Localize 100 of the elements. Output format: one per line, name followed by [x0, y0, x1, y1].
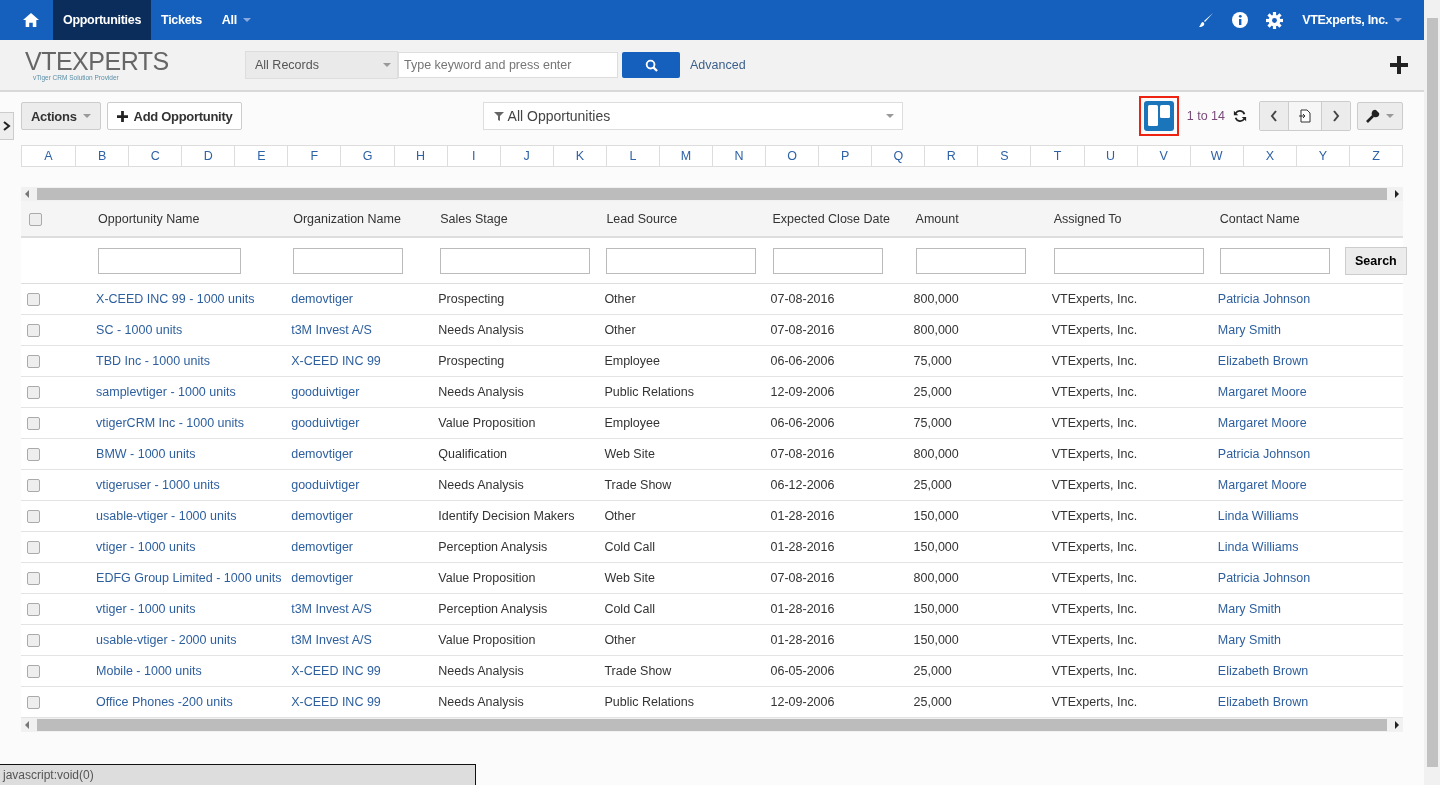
record-link[interactable]: gooduivtiger [291, 478, 360, 492]
row-checkbox[interactable] [27, 696, 40, 710]
alphabet-filter-link[interactable]: F [287, 146, 341, 166]
alphabet-filter-link[interactable]: H [393, 146, 447, 166]
record-link[interactable]: Patricia Johnson [1217, 447, 1311, 461]
alphabet-filter-link[interactable]: C [128, 146, 182, 166]
alphabet-filter-link[interactable]: M [658, 146, 712, 166]
record-link[interactable]: Linda Williams [1217, 540, 1299, 554]
record-link[interactable]: Elizabeth Brown [1217, 354, 1309, 368]
advanced-search-link[interactable]: Advanced [690, 58, 746, 72]
brush-icon[interactable] [1198, 12, 1215, 28]
select-all-checkbox[interactable] [29, 212, 42, 226]
search-button[interactable]: Search [1344, 246, 1407, 275]
record-link[interactable]: Mary Smith [1217, 602, 1281, 616]
record-link[interactable]: BMW - 1000 units [96, 447, 196, 461]
record-link[interactable]: demovtiger [291, 509, 354, 523]
kanban-view-button[interactable] [1138, 96, 1179, 136]
record-link[interactable]: X-CEED INC 99 - 1000 units [96, 292, 255, 306]
record-link[interactable]: Office Phones -200 units [96, 695, 233, 709]
previous-page-button[interactable] [1260, 102, 1288, 130]
alphabet-filter-link[interactable]: A [22, 146, 76, 166]
record-link[interactable]: gooduivtiger [291, 385, 360, 399]
nav-tab[interactable]: Tickets [151, 0, 212, 40]
alphabet-filter-link[interactable]: L [605, 146, 659, 166]
record-link[interactable]: vtigeruser - 1000 units [96, 478, 220, 492]
record-link[interactable]: demovtiger [291, 447, 354, 461]
record-link[interactable]: X-CEED INC 99 [291, 664, 381, 678]
record-link[interactable]: demovtiger [291, 540, 354, 554]
record-link[interactable]: t3M Invest A/S [291, 323, 372, 337]
settings-icon[interactable] [1266, 11, 1284, 29]
column-filter-field[interactable] [606, 247, 757, 274]
alphabet-filter-link[interactable]: S [977, 146, 1031, 166]
row-checkbox[interactable] [27, 355, 40, 369]
vertical-scrollbar[interactable] [1424, 0, 1440, 785]
alphabet-filter-link[interactable]: X [1242, 146, 1296, 166]
column-filter-field[interactable] [98, 247, 242, 274]
alphabet-filter-link[interactable]: D [181, 146, 235, 166]
record-link[interactable]: SC - 1000 units [96, 323, 183, 337]
horizontal-scrollbar[interactable] [21, 718, 1403, 732]
plus-icon[interactable] [1390, 56, 1408, 74]
record-link[interactable]: vtigerCRM Inc - 1000 units [96, 416, 245, 430]
record-link[interactable]: Elizabeth Brown [1217, 695, 1309, 709]
column-filter-field[interactable] [1219, 247, 1330, 274]
row-checkbox[interactable] [27, 448, 40, 462]
record-scope-dropdown[interactable]: All Records [245, 51, 398, 79]
record-link[interactable]: Margaret Moore [1217, 416, 1307, 430]
row-checkbox[interactable] [27, 479, 40, 493]
record-link[interactable]: usable-vtiger - 2000 units [96, 633, 237, 647]
actions-button[interactable]: Actions [21, 102, 101, 130]
search-field[interactable]: Type keyword and press enter [398, 52, 618, 78]
record-link[interactable]: demovtiger [291, 292, 354, 306]
record-link[interactable]: vtiger - 1000 units [96, 602, 196, 616]
alphabet-filter-link[interactable]: O [765, 146, 819, 166]
alphabet-filter-link[interactable]: G [340, 146, 394, 166]
row-checkbox[interactable] [27, 386, 40, 400]
alphabet-filter-link[interactable]: I [446, 146, 500, 166]
refresh-icon[interactable] [1233, 109, 1247, 123]
column-header[interactable]: Assigned To [1053, 211, 1122, 226]
alphabet-filter-link[interactable]: Y [1295, 146, 1349, 166]
horizontal-scrollbar[interactable] [21, 187, 1403, 201]
page-jump-button[interactable] [1288, 102, 1322, 130]
row-checkbox[interactable] [27, 293, 40, 307]
record-link[interactable]: Margaret Moore [1217, 385, 1307, 399]
alphabet-filter-link[interactable]: W [1189, 146, 1243, 166]
record-link[interactable]: Patricia Johnson [1217, 292, 1311, 306]
record-link[interactable]: usable-vtiger - 1000 units [96, 509, 237, 523]
record-link[interactable]: EDFG Group Limited - 1000 units [96, 571, 282, 585]
record-link[interactable]: gooduivtiger [291, 416, 360, 430]
next-page-button[interactable] [1322, 102, 1350, 130]
alphabet-filter-link[interactable]: Q [871, 146, 925, 166]
alphabet-filter-link[interactable]: R [924, 146, 978, 166]
alphabet-filter-link[interactable]: B [75, 146, 129, 166]
alphabet-filter-link[interactable]: K [552, 146, 606, 166]
column-filter-field[interactable] [1053, 247, 1204, 274]
home-icon[interactable] [22, 12, 40, 28]
alphabet-filter-link[interactable]: V [1136, 146, 1190, 166]
record-link[interactable]: X-CEED INC 99 [291, 695, 381, 709]
record-link[interactable]: TBD Inc - 1000 units [96, 354, 210, 368]
filter-dropdown[interactable]: All Opportunities [482, 102, 903, 130]
alphabet-filter-link[interactable]: Z [1348, 146, 1402, 166]
record-link[interactable]: samplevtiger - 1000 units [96, 385, 236, 399]
alphabet-filter-link[interactable]: P [818, 146, 872, 166]
column-filter-field[interactable] [440, 247, 591, 274]
alphabet-filter-link[interactable]: J [499, 146, 553, 166]
column-filter-field[interactable] [293, 247, 404, 274]
record-link[interactable]: X-CEED INC 99 [291, 354, 381, 368]
nav-tab[interactable]: Opportunities [53, 0, 152, 40]
record-link[interactable]: Mary Smith [1217, 323, 1281, 337]
column-header[interactable]: Sales Stage [440, 211, 508, 226]
column-filter-field[interactable] [915, 247, 1026, 274]
search-button[interactable] [622, 52, 680, 78]
alphabet-filter-link[interactable]: T [1030, 146, 1084, 166]
row-checkbox[interactable] [27, 634, 40, 648]
alphabet-filter-link[interactable]: U [1083, 146, 1137, 166]
record-link[interactable]: t3M Invest A/S [291, 602, 372, 616]
all-menu[interactable]: All [211, 0, 261, 40]
info-icon[interactable] [1232, 12, 1249, 28]
record-link[interactable]: vtiger - 1000 units [96, 540, 196, 554]
row-checkbox[interactable] [27, 541, 40, 555]
row-checkbox[interactable] [27, 665, 40, 679]
